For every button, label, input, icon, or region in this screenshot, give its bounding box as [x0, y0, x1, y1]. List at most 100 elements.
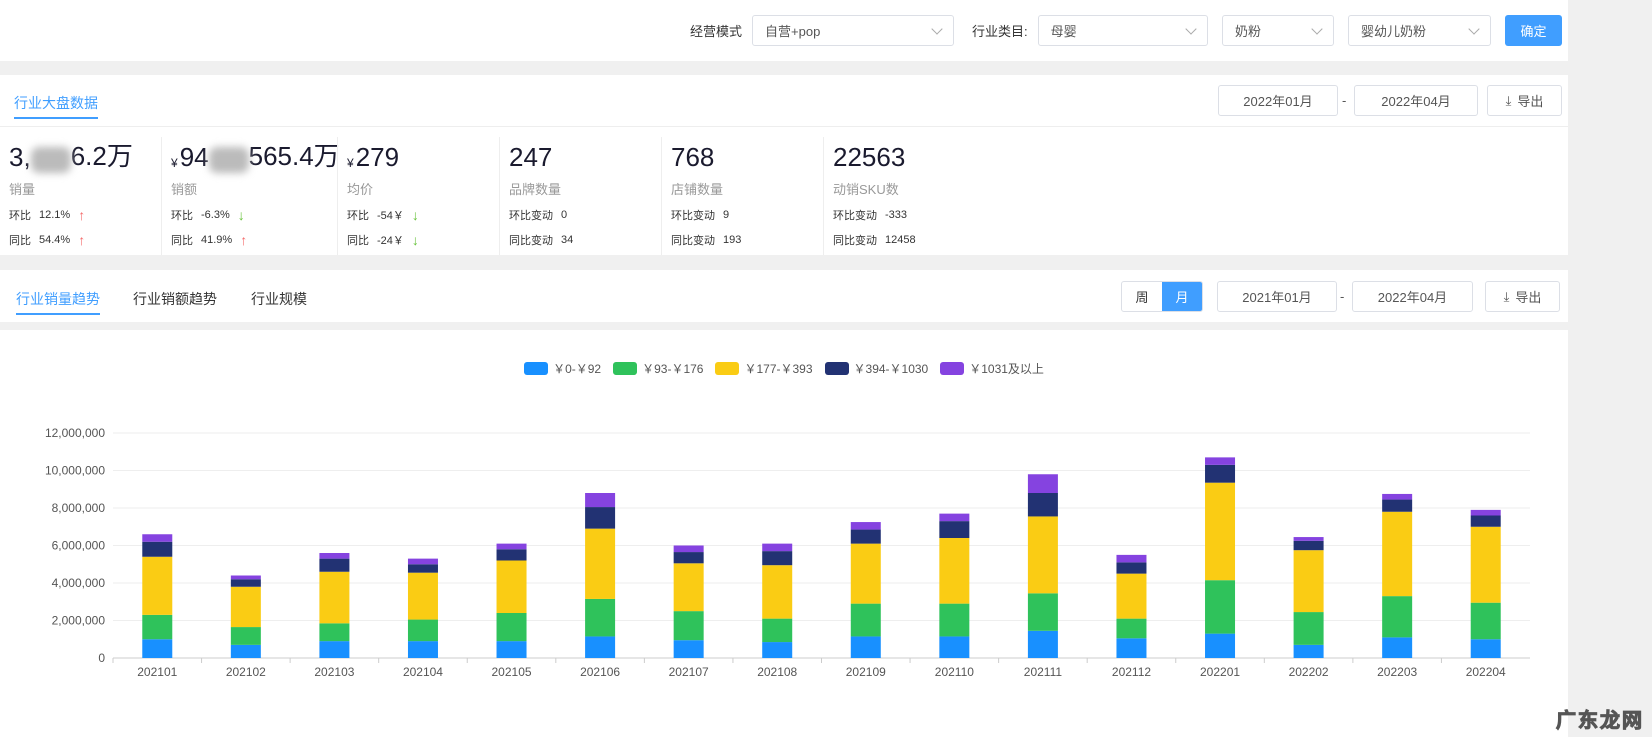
bar-segment: [762, 642, 793, 658]
y-tick-label: 6,000,000: [52, 539, 106, 553]
stat-yoy: 同比变动 193: [671, 232, 741, 248]
arrow-up-icon: ↑: [78, 207, 86, 223]
bar-segment: [230, 627, 261, 645]
chevron-down-icon: [931, 22, 943, 35]
week-button[interactable]: 周: [1122, 282, 1162, 311]
bar-segment: [1293, 612, 1324, 645]
bar-segment: [319, 641, 350, 658]
bar-segment: [407, 564, 438, 573]
bar-segment: [939, 603, 970, 637]
stat-value: ¥279: [347, 137, 419, 173]
stat-name: 均价: [347, 182, 374, 197]
bar-segment: [1027, 493, 1058, 517]
bar-segment: [1116, 638, 1147, 658]
mode-select[interactable]: 自营+pop: [752, 15, 955, 46]
bar-segment: [1205, 482, 1236, 581]
bar-segment: [230, 579, 261, 587]
stat-name: 品牌数量: [509, 182, 562, 197]
tab-sales-amount-trend[interactable]: 行业销额趋势: [133, 289, 217, 309]
chevron-down-icon: [1468, 22, 1480, 35]
trend-date-to-input[interactable]: 2022年04月: [1352, 281, 1473, 312]
mode-filter: 经营模式 自营+pop: [690, 15, 955, 46]
category-select-3[interactable]: 婴幼儿奶粉: [1348, 15, 1491, 46]
currency-symbol: ¥: [171, 156, 178, 170]
stat-name: 店铺数量: [671, 182, 724, 197]
stacked-bar-chart: 0 2,000,000 4,000,000 6,000,000 8,000,000 10,…: [45, 426, 1530, 679]
bar-segment: [585, 493, 616, 508]
bar-segment: [1382, 511, 1413, 597]
bar-segment: [1205, 457, 1236, 465]
yoy-value: -24￥: [377, 235, 404, 247]
arrow-down-icon: ↓: [411, 207, 419, 223]
month-button[interactable]: 月: [1162, 282, 1202, 311]
category-select-2[interactable]: 奶粉: [1222, 15, 1334, 46]
mom-value: 0: [561, 209, 568, 221]
stat-mom: 环比变动 0: [509, 207, 573, 223]
bar-segment: [585, 598, 616, 637]
blurred-mask: [30, 147, 71, 173]
confirm-button[interactable]: 确定: [1505, 15, 1562, 46]
bar-segment: [673, 611, 704, 641]
chevron-down-icon: [1184, 22, 1197, 35]
stat-mom: 环比 -54￥ ↓: [347, 207, 419, 223]
stat-card: 247 品牌数量 环比变动 0 同比变动 34: [499, 137, 573, 255]
export-button[interactable]: ⤓ 导出: [1487, 85, 1562, 116]
stat-mom: 环比 -6.3% ↓: [171, 207, 340, 223]
date-separator: -: [1340, 289, 1345, 304]
stat-card: ¥279 均价 环比 -54￥ ↓ 同比 -24￥ ↓: [337, 137, 419, 255]
trend-export-button[interactable]: ⤓ 导出: [1485, 281, 1560, 312]
stat-name: 销量: [9, 182, 36, 197]
bar-segment: [319, 571, 350, 624]
mom-label: 环比: [9, 210, 31, 222]
date-to-input[interactable]: 2022年04月: [1354, 85, 1478, 116]
x-tick-label: 202101: [137, 665, 177, 679]
trend-date-from-input[interactable]: 2021年01月: [1217, 281, 1337, 312]
tab-industry-overview[interactable]: 行业大盘数据: [14, 93, 98, 119]
x-tick-label: 202102: [226, 665, 266, 679]
bar-segment: [939, 521, 970, 538]
bar-segment: [319, 558, 350, 572]
x-tick-label: 202106: [580, 665, 620, 679]
bar-segment: [1470, 509, 1501, 516]
stat-card: 3, 6.2万 销量 环比 12.1% ↑ 同比 54.4% ↑: [0, 137, 133, 255]
y-tick-label: 2,000,000: [52, 614, 106, 628]
export-label: 导出: [1517, 94, 1544, 109]
yoy-label: 同比变动: [671, 235, 715, 247]
bar-segment: [850, 636, 881, 658]
x-tick-label: 202104: [403, 665, 443, 679]
stat-yoy: 同比 -24￥ ↓: [347, 232, 419, 248]
bar-segment: [496, 543, 527, 550]
category-filter: 行业类目: 母婴: [972, 15, 1208, 46]
category-select-1[interactable]: 母婴: [1037, 15, 1208, 46]
stat-value: 22563: [833, 137, 916, 173]
stat-value-a: 768: [671, 142, 715, 172]
category-label: 行业类目:: [972, 24, 1028, 39]
tab-industry-scale[interactable]: 行业规模: [251, 289, 307, 309]
bar-segment: [673, 552, 704, 564]
arrow-down-icon: ↓: [237, 207, 245, 223]
bar-segment: [407, 619, 438, 642]
tab-sales-volume-trend[interactable]: 行业销量趋势: [16, 289, 100, 315]
bar-segment: [585, 507, 616, 529]
yoy-label: 同比: [171, 235, 193, 247]
overview-panel: 行业大盘数据 2022年01月 - 2022年04月 ⤓ 导出 3, 6.2万 销量…: [0, 75, 1568, 255]
y-tick-label: 8,000,000: [52, 501, 106, 515]
mom-value: 9: [723, 209, 730, 221]
bar-segment: [496, 560, 527, 613]
yoy-value: 193: [723, 234, 742, 246]
stat-value: 768: [671, 137, 741, 173]
mom-label: 环比变动: [833, 210, 877, 222]
bar-segment: [1470, 515, 1501, 527]
watermark: 广东龙网: [1556, 710, 1644, 733]
bar-segment: [850, 522, 881, 530]
stat-card: ¥94 565.4万 销额 环比 -6.3% ↓ 同比 41.9% ↑: [161, 137, 340, 255]
stat-name: 销额: [171, 182, 198, 197]
bar-segment: [673, 640, 704, 658]
date-from-input[interactable]: 2022年01月: [1218, 85, 1338, 116]
mode-value: 自营+pop: [765, 24, 821, 39]
x-tick-label: 202112: [1112, 665, 1151, 679]
stat-value: ¥94 565.4万: [171, 137, 340, 173]
download-icon: ⤓: [1503, 288, 1510, 304]
bar-segment: [407, 558, 438, 565]
x-tick-label: 202201: [1200, 665, 1240, 679]
